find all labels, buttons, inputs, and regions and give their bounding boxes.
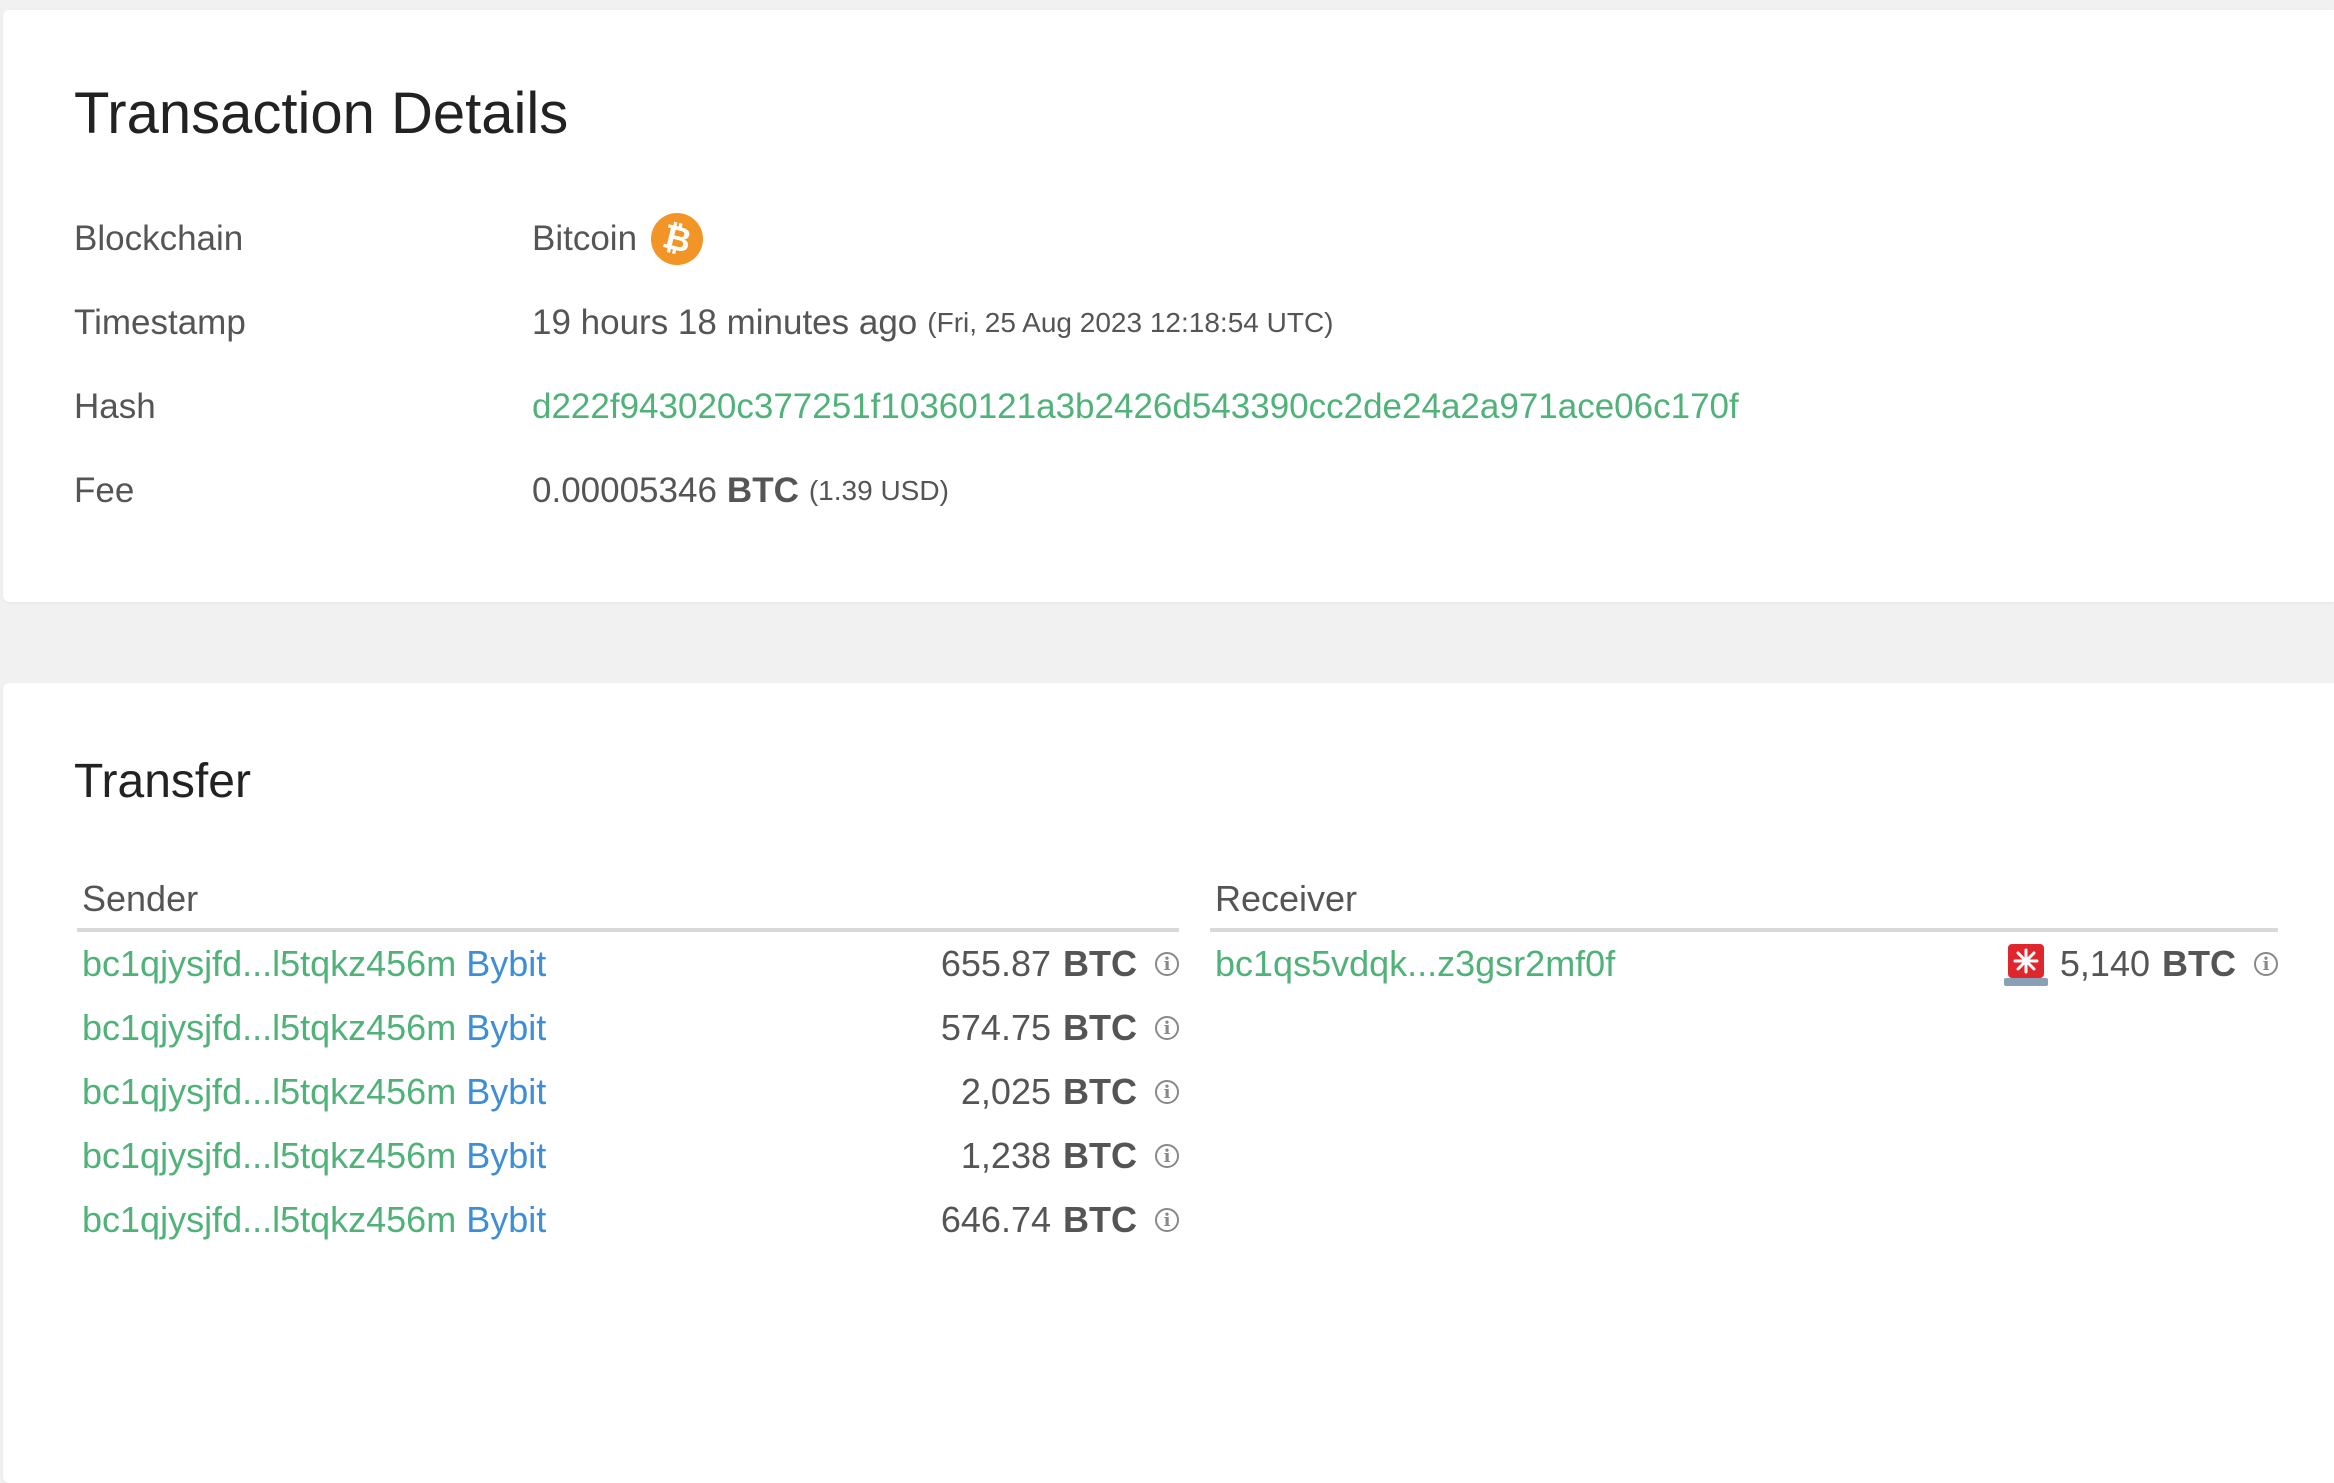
amount-cell: 2,025 BTC i xyxy=(961,1071,1179,1113)
sender-address-link[interactable]: bc1qjysjfd...l5tqkz456m xyxy=(82,1199,456,1241)
bitcoin-icon: ₿ xyxy=(645,207,709,271)
receiver-column: Receiver bc1qs5vdqk...z3gsr2mf0f 5,140 BTC… xyxy=(1210,870,2278,996)
amount-unit: BTC xyxy=(1063,943,1137,984)
info-icon[interactable]: i xyxy=(1155,1144,1179,1168)
sender-address-cell: bc1qjysjfd...l5tqkz456m Bybit xyxy=(82,1135,961,1177)
amount-unit: BTC xyxy=(2162,943,2236,984)
amount-cell: 655.87 BTC i xyxy=(941,943,1179,985)
amount-unit: BTC xyxy=(1063,1135,1137,1176)
entity-tag-link[interactable]: Bybit xyxy=(466,1199,546,1241)
hash-link[interactable]: d222f943020c377251f10360121a3b2426d54339… xyxy=(532,387,1739,427)
sender-address-cell: bc1qjysjfd...l5tqkz456m Bybit xyxy=(82,1199,941,1241)
amount-value: 646.74 xyxy=(940,1199,1051,1240)
sender-header: Sender xyxy=(77,870,1179,932)
amount-cell: 646.74 BTC i xyxy=(941,1199,1179,1241)
fee-row: Fee 0.00005346 BTC (1.39 USD) xyxy=(74,449,2274,533)
entity-tag-link[interactable]: Bybit xyxy=(466,1007,546,1049)
sender-address-cell: bc1qjysjfd...l5tqkz456m Bybit xyxy=(82,1007,941,1049)
table-row: bc1qjysjfd...l5tqkz456m Bybit 1,238 BTC i xyxy=(77,1124,1179,1188)
amount-value: 5,140 xyxy=(2059,943,2150,984)
page-title: Transaction Details xyxy=(74,81,569,146)
amount-unit: BTC xyxy=(1063,1007,1137,1048)
receiver-list: bc1qs5vdqk...z3gsr2mf0f 5,140 BTC i xyxy=(1210,932,2278,996)
fee-value: 0.00005346 BTC (1.39 USD) xyxy=(532,471,949,511)
fee-usd: (1.39 USD) xyxy=(808,475,949,506)
timestamp-row: Timestamp 19 hours 18 minutes ago (Fri, … xyxy=(74,281,2274,365)
entity-tag-link[interactable]: Bybit xyxy=(466,1071,546,1113)
fee-unit: BTC xyxy=(726,471,799,510)
transfer-card: Transfer Sender bc1qjysjfd...l5tqkz456m B… xyxy=(3,683,2334,1483)
info-icon[interactable]: i xyxy=(1155,1016,1179,1040)
table-row: bc1qjysjfd...l5tqkz456m Bybit 655.87 BTC i xyxy=(77,932,1179,996)
blockchain-row: Blockchain Bitcoin ₿ xyxy=(74,197,2274,281)
table-row: bc1qjysjfd...l5tqkz456m Bybit 646.74 BTC i xyxy=(77,1188,1179,1252)
sender-list: bc1qjysjfd...l5tqkz456m Bybit 655.87 BTC i bc… xyxy=(77,932,1179,1252)
sender-address-link[interactable]: bc1qjysjfd...l5tqkz456m xyxy=(82,1007,456,1049)
timestamp-absolute: (Fri, 25 Aug 2023 12:18:54 UTC) xyxy=(927,307,1334,338)
info-icon[interactable]: i xyxy=(1155,952,1179,976)
sender-address-link[interactable]: bc1qjysjfd...l5tqkz456m xyxy=(82,943,456,985)
blockchain-name: Bitcoin xyxy=(532,219,638,258)
table-row: bc1qs5vdqk...z3gsr2mf0f 5,140 BTC i xyxy=(1210,932,2278,996)
amount-unit: BTC xyxy=(1063,1199,1137,1240)
timestamp-relative: 19 hours 18 minutes ago xyxy=(532,303,918,342)
sender-address-link[interactable]: bc1qjysjfd...l5tqkz456m xyxy=(82,1071,456,1113)
amount-value: 1,238 xyxy=(960,1135,1051,1176)
sender-column: Sender bc1qjysjfd...l5tqkz456m Bybit 655.8… xyxy=(77,870,1179,1252)
blockchain-value: Bitcoin ₿ xyxy=(532,207,709,271)
receiver-address-cell: bc1qs5vdqk...z3gsr2mf0f xyxy=(1215,943,2002,985)
timestamp-label: Timestamp xyxy=(74,303,246,342)
info-icon[interactable]: i xyxy=(1155,1208,1179,1232)
alarm-icon xyxy=(2002,940,2050,988)
receiver-address-link[interactable]: bc1qs5vdqk...z3gsr2mf0f xyxy=(1215,943,1615,985)
sender-address-link[interactable]: bc1qjysjfd...l5tqkz456m xyxy=(82,1135,456,1177)
receiver-header: Receiver xyxy=(1210,870,2278,932)
amount-cell: 1,238 BTC i xyxy=(961,1135,1179,1177)
info-icon[interactable]: i xyxy=(1155,1080,1179,1104)
sender-address-cell: bc1qjysjfd...l5tqkz456m Bybit xyxy=(82,943,941,985)
blockchain-label: Blockchain xyxy=(74,219,244,258)
amount-cell: 574.75 BTC i xyxy=(941,1007,1179,1049)
entity-tag-link[interactable]: Bybit xyxy=(466,943,546,985)
amount-value: 655.87 xyxy=(940,943,1051,984)
timestamp-value: 19 hours 18 minutes ago (Fri, 25 Aug 202… xyxy=(532,303,1333,343)
amount-cell: 5,140 BTC i xyxy=(2002,940,2278,988)
entity-tag-link[interactable]: Bybit xyxy=(466,1135,546,1177)
fee-amount: 0.00005346 xyxy=(532,471,717,510)
table-row: bc1qjysjfd...l5tqkz456m Bybit 2,025 BTC i xyxy=(77,1060,1179,1124)
hash-row: Hash d222f943020c377251f10360121a3b2426d… xyxy=(74,365,2274,449)
info-icon[interactable]: i xyxy=(2254,952,2278,976)
amount-value: 2,025 xyxy=(960,1071,1051,1112)
transfer-title: Transfer xyxy=(74,755,251,808)
transaction-details-card: Transaction Details Blockchain Bitcoin ₿… xyxy=(3,10,2334,602)
amount-unit: BTC xyxy=(1063,1071,1137,1112)
sender-address-cell: bc1qjysjfd...l5tqkz456m Bybit xyxy=(82,1071,961,1113)
amount-value: 574.75 xyxy=(940,1007,1051,1048)
fee-label: Fee xyxy=(74,471,135,510)
hash-label: Hash xyxy=(74,387,156,426)
table-row: bc1qjysjfd...l5tqkz456m Bybit 574.75 BTC i xyxy=(77,996,1179,1060)
